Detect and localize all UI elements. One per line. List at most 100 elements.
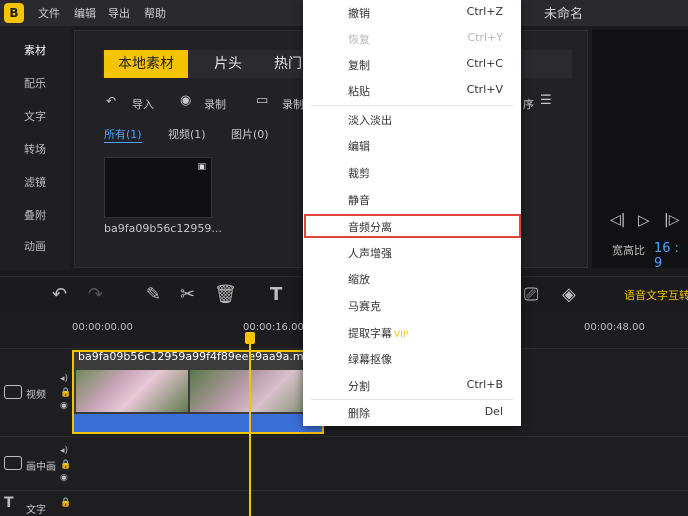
pip-track-icon xyxy=(4,456,22,470)
sidebar: 素材 配乐 文字 转场 滤镜 叠附 动画 xyxy=(0,26,70,270)
ctx-fade[interactable]: 淡入淡出 xyxy=(303,107,521,133)
ctx-paste-shortcut: Ctrl+V xyxy=(466,83,503,96)
redo-icon[interactable]: ↷ xyxy=(88,284,103,305)
ctx-copy-shortcut: Ctrl+C xyxy=(466,57,503,70)
ctx-fade-label: 淡入淡出 xyxy=(348,114,392,127)
text-track xyxy=(0,490,688,516)
preview-area: ◁| ▷ |▷ xyxy=(592,30,688,268)
ctx-undo[interactable]: 撤销 Ctrl+Z xyxy=(303,0,521,26)
context-menu: 撤销 Ctrl+Z 恢复 Ctrl+Y 复制 Ctrl+C 粘贴 Ctrl+V … xyxy=(303,0,521,426)
ctx-mute[interactable]: 静音 xyxy=(303,187,521,213)
aspect-ratio-label: 宽高比 xyxy=(612,244,645,257)
record-icon[interactable]: ◉ xyxy=(180,93,191,108)
sidebar-item-transition[interactable]: 转场 xyxy=(0,141,70,157)
ctx-voice-enhance-label: 人声增强 xyxy=(348,247,392,260)
sidebar-item-filter[interactable]: 滤镜 xyxy=(0,174,70,190)
tab-local-material[interactable]: 本地素材 xyxy=(104,50,188,78)
ctx-split[interactable]: 分割 Ctrl+B xyxy=(303,373,521,399)
menu-edit[interactable]: 编辑 xyxy=(74,5,96,21)
ctx-copy-label: 复制 xyxy=(348,59,370,72)
menu-file[interactable]: 文件 xyxy=(38,5,60,21)
sidebar-item-overlay[interactable]: 叠附 xyxy=(0,207,70,223)
ctx-redo-shortcut: Ctrl+Y xyxy=(467,31,503,44)
ctx-split-shortcut: Ctrl+B xyxy=(466,378,503,391)
ctx-delete[interactable]: 删除 Del xyxy=(303,400,521,426)
ctx-extract-subtitle[interactable]: 提取字幕 VIP xyxy=(303,320,521,346)
video-track-label: 视频 xyxy=(26,390,46,401)
pen-icon[interactable]: ✎ xyxy=(146,284,161,305)
clip-name: ba9fa09b56c12959a99f4f89eee9aa9a.mp4 xyxy=(78,350,318,363)
record-screen-button[interactable]: 录制 xyxy=(282,96,304,112)
filter-all[interactable]: 所有(1) xyxy=(104,126,142,143)
undo-icon[interactable]: ↶ xyxy=(52,284,67,305)
pip-lock-icon[interactable]: 🔒 xyxy=(60,460,71,470)
sidebar-item-animation[interactable]: 动画 xyxy=(0,238,70,254)
text-track-icon: T xyxy=(4,495,14,511)
filter-image[interactable]: 图片(0) xyxy=(231,126,269,142)
tab-popular[interactable]: 热门 xyxy=(268,50,308,78)
play-icon[interactable]: ▷ xyxy=(638,211,650,229)
text-lock-icon[interactable]: 🔒 xyxy=(60,498,71,508)
ctx-extract-subtitle-text: 提取字幕 xyxy=(348,327,392,340)
list-view-icon[interactable]: ☰ xyxy=(540,93,552,108)
screen-record-icon[interactable]: ▭ xyxy=(256,93,268,108)
playhead-handle[interactable] xyxy=(245,332,255,344)
ctx-mosaic[interactable]: 马赛克 xyxy=(303,293,521,319)
track-visible-icon[interactable]: ◉ xyxy=(60,401,68,411)
next-frame-icon[interactable]: |▷ xyxy=(664,212,679,228)
ctx-crop[interactable]: 裁剪 xyxy=(303,160,521,186)
ctx-copy[interactable]: 复制 Ctrl+C xyxy=(303,52,521,78)
ctx-edit[interactable]: 编辑 xyxy=(303,133,521,159)
ctx-paste-label: 粘贴 xyxy=(348,85,370,98)
ctx-undo-shortcut: Ctrl+Z xyxy=(466,5,503,18)
sidebar-item-text[interactable]: 文字 xyxy=(0,108,70,124)
speech-to-text-button[interactable]: 语音文字互转 xyxy=(624,287,688,303)
text-track-label: 文字 xyxy=(26,505,46,516)
video-badge-icon: ▣ xyxy=(197,162,206,172)
app-logo-icon: B xyxy=(4,3,24,23)
screenshot-icon[interactable]: ⎚ xyxy=(524,284,538,305)
ctx-redo[interactable]: 恢复 Ctrl+Y xyxy=(303,26,521,52)
ctx-voice-enhance[interactable]: 人声增强 xyxy=(303,240,521,266)
media-thumbnail[interactable]: ▣ xyxy=(104,157,212,218)
ctx-edit-label: 编辑 xyxy=(348,140,370,153)
tab-intro[interactable]: 片头 xyxy=(198,50,258,78)
ctx-split-label: 分割 xyxy=(348,380,370,393)
pip-volume-icon[interactable]: ◂) xyxy=(60,446,68,456)
ctx-extract-subtitle-label: 提取字幕 VIP xyxy=(348,325,408,341)
media-item-name: ba9fa09b56c12959... xyxy=(104,222,222,235)
menu-export[interactable]: 导出 xyxy=(108,5,130,21)
pip-track xyxy=(0,436,688,490)
clip-frame-1 xyxy=(76,370,188,412)
filter-video[interactable]: 视频(1) xyxy=(168,126,206,142)
sidebar-item-music[interactable]: 配乐 xyxy=(0,75,70,91)
sidebar-item-material[interactable]: 素材 xyxy=(0,42,70,58)
ctx-redo-label: 恢复 xyxy=(348,33,370,46)
ctx-crop-label: 裁剪 xyxy=(348,167,370,180)
track-lock-icon[interactable]: 🔒 xyxy=(60,388,71,398)
aspect-ratio-value[interactable]: 16 : 9 xyxy=(654,241,688,271)
trash-icon[interactable]: 🗑 xyxy=(214,284,237,305)
ctx-zoom[interactable]: 缩放 xyxy=(303,266,521,292)
ctx-green-screen[interactable]: 绿幕抠像 xyxy=(303,346,521,372)
ctx-delete-label: 删除 xyxy=(348,407,370,420)
paint-bucket-icon[interactable]: ◈ xyxy=(562,284,576,305)
import-button[interactable]: 导入 xyxy=(132,96,154,112)
app-window: B 文件 编辑 导出 帮助 未命名 素材 配乐 文字 转场 滤镜 叠附 动画 本… xyxy=(0,0,688,516)
ctx-mute-label: 静音 xyxy=(348,194,370,207)
clip-audio-waveform xyxy=(74,414,322,432)
sort-button[interactable]: 序 xyxy=(523,96,534,112)
pip-visible-icon[interactable]: ◉ xyxy=(60,473,68,483)
ctx-mosaic-label: 马赛克 xyxy=(348,300,381,313)
ctx-paste[interactable]: 粘贴 Ctrl+V xyxy=(303,78,521,104)
import-icon[interactable]: ↶ xyxy=(106,94,116,108)
record-button[interactable]: 录制 xyxy=(204,96,226,112)
ruler-time-0: 00:00:00.00 xyxy=(72,322,133,333)
track-volume-icon[interactable]: ◂) xyxy=(60,374,68,384)
scissors-icon[interactable]: ✂ xyxy=(180,284,195,305)
playhead[interactable] xyxy=(249,332,251,516)
text-tool-icon[interactable]: T xyxy=(270,284,282,305)
menu-help[interactable]: 帮助 xyxy=(144,5,166,21)
ctx-undo-label: 撤销 xyxy=(348,7,370,20)
prev-frame-icon[interactable]: ◁| xyxy=(610,212,625,228)
